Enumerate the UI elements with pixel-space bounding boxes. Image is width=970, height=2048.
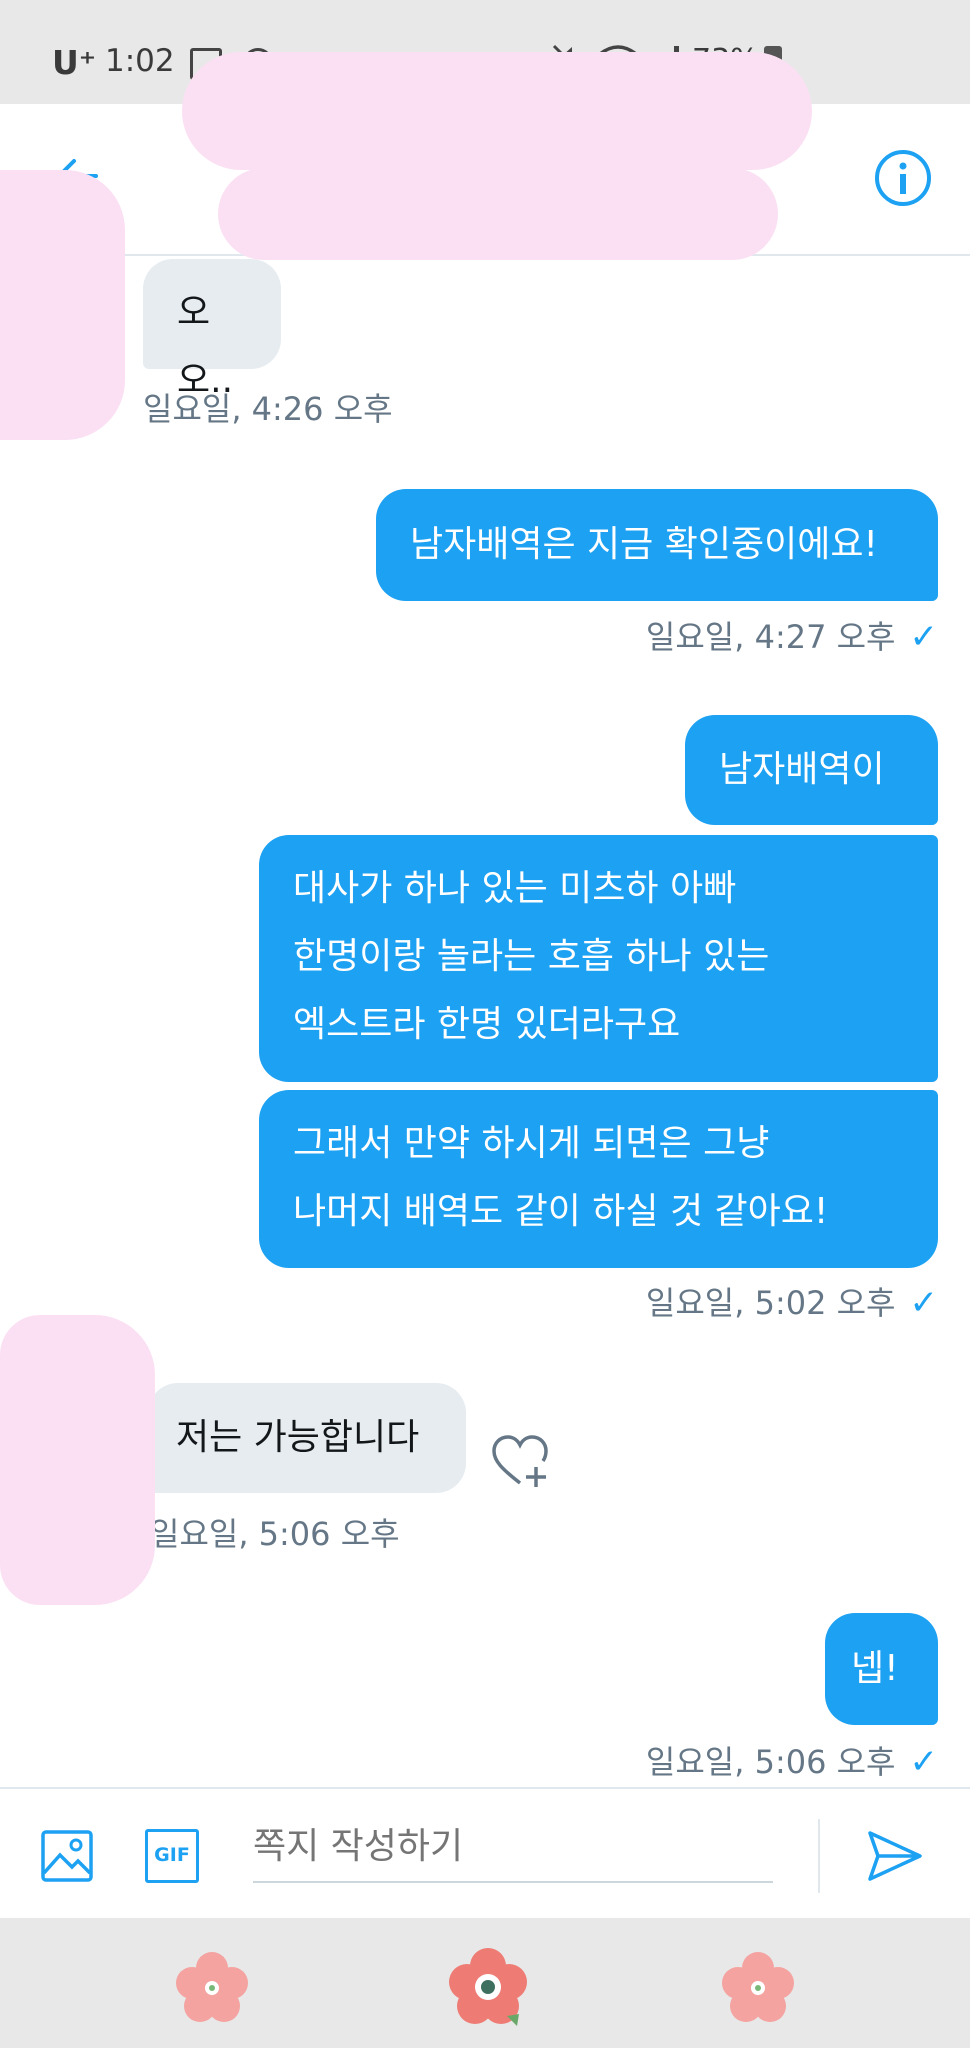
read-check-icon: ✓	[909, 1283, 939, 1323]
redaction-mark	[182, 52, 812, 170]
outgoing-message-bubble[interactable]: 남자배역이	[685, 715, 938, 825]
composer-divider	[818, 1819, 820, 1893]
outgoing-message-bubble[interactable]: 남자배역은 지금 확인중이에요!	[376, 489, 938, 601]
heart-plus-icon[interactable]	[490, 1433, 552, 1491]
image-icon[interactable]	[40, 1829, 94, 1883]
home-icon[interactable]	[445, 1944, 531, 2030]
message-line: 나머지 배역도 같이 하실 것 같아요!	[293, 1191, 829, 1232]
outgoing-message-bubble[interactable]: 그래서 만약 하시게 되면은 그냥 나머지 배역도 같이 하실 것 같아요!	[259, 1090, 938, 1268]
incoming-message-bubble[interactable]: 저는 가능합니다	[148, 1383, 466, 1493]
message-timestamp: 일요일, 4:26 오후	[143, 390, 393, 428]
send-icon[interactable]	[866, 1829, 924, 1883]
redaction-mark	[0, 1315, 155, 1605]
read-check-icon: ✓	[909, 1742, 939, 1782]
message-input[interactable]	[253, 1811, 773, 1883]
message-timestamp: 일요일, 5:06 오후	[150, 1515, 400, 1553]
carrier-label: U⁺	[52, 43, 97, 82]
back-nav-icon[interactable]	[718, 1948, 798, 2028]
system-navigation-bar	[0, 1918, 970, 2048]
message-timestamp: 일요일, 5:02 오후 ✓	[645, 1283, 939, 1323]
redaction-mark	[0, 170, 125, 440]
read-check-icon: ✓	[909, 617, 939, 657]
outgoing-message-bubble[interactable]: 넵!	[825, 1613, 938, 1725]
message-timestamp: 일요일, 4:27 오후 ✓	[645, 617, 939, 657]
gif-button[interactable]: GIF	[145, 1829, 199, 1883]
incoming-message-bubble[interactable]: 오오..	[143, 259, 281, 401]
message-timestamp: 일요일, 5:06 오후 ✓	[645, 1742, 939, 1782]
recent-apps-icon[interactable]	[172, 1948, 252, 2028]
status-time: 1:02	[105, 43, 175, 79]
message-line: 한명이랑 놀라는 호흡 하나 있는	[293, 936, 770, 977]
message-line: 엑스트라 한명 있더라구요	[293, 1004, 681, 1045]
message-line: 그래서 만약 하시게 되면은 그냥	[293, 1123, 770, 1164]
message-composer: GIF	[0, 1787, 970, 1919]
redaction-mark	[218, 168, 778, 260]
message-line: 대사가 하나 있는 미츠하 아빠	[293, 868, 737, 909]
info-icon[interactable]	[873, 148, 933, 208]
outgoing-message-bubble[interactable]: 대사가 하나 있는 미츠하 아빠 한명이랑 놀라는 호흡 하나 있는 엑스트라 …	[259, 835, 938, 1082]
